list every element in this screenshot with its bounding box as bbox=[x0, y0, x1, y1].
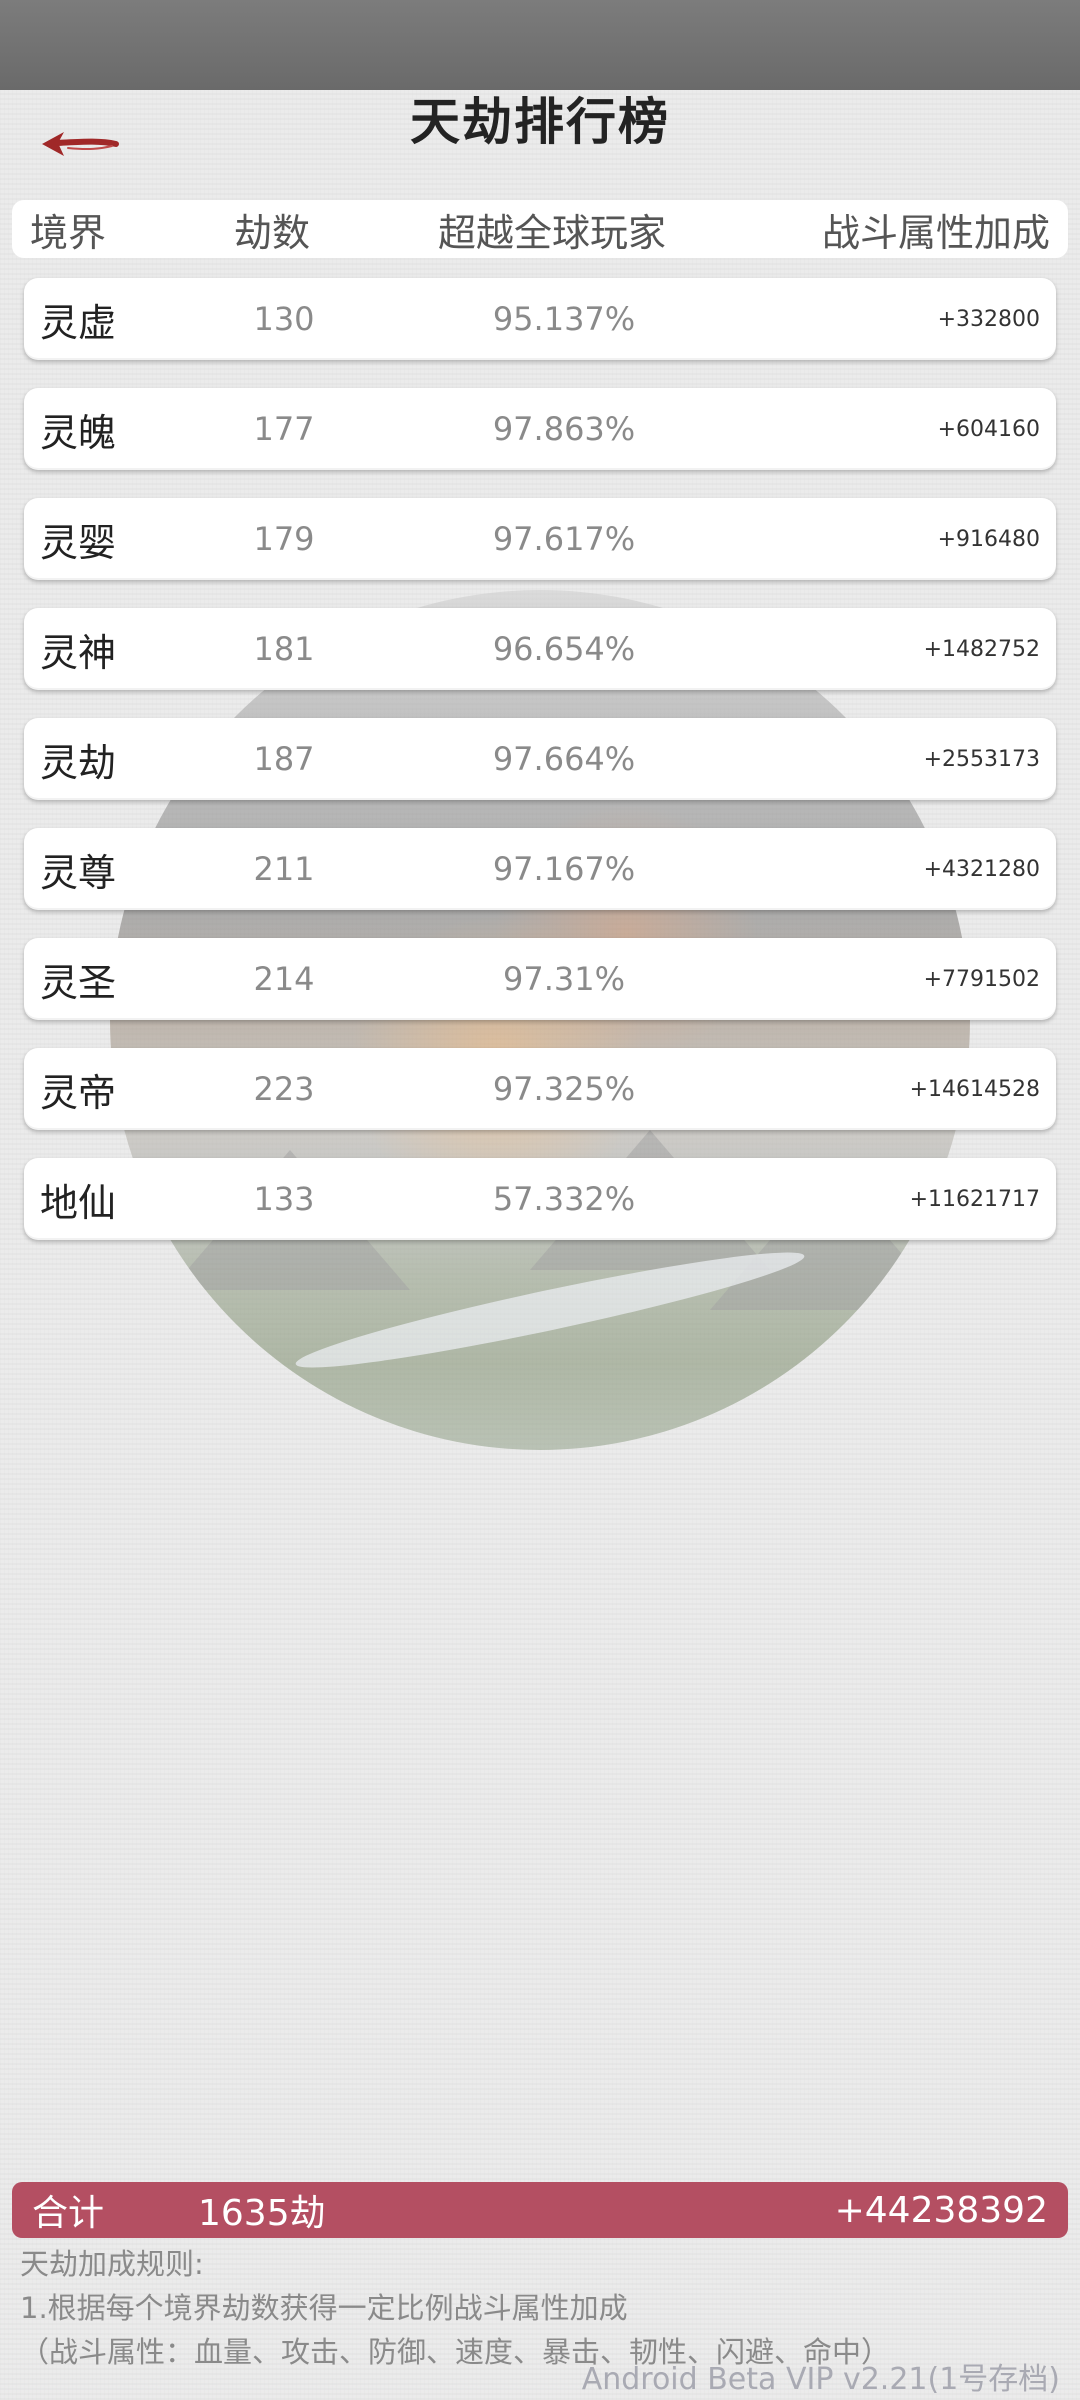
total-count: 1635劫 bbox=[198, 2193, 326, 2234]
total-summary-bar: 合计 1635劫 +44238392 bbox=[12, 2182, 1068, 2238]
row-bonus: +11621717 bbox=[909, 1186, 1040, 1212]
row-percent: 96.654% bbox=[492, 630, 636, 668]
row-realm: 灵圣 bbox=[40, 960, 117, 1005]
row-bonus: +4321280 bbox=[923, 856, 1040, 882]
row-count: 187 bbox=[253, 740, 315, 778]
row-bonus: +604160 bbox=[937, 416, 1040, 442]
header: 天劫排行榜 bbox=[0, 90, 1080, 200]
row-percent: 95.137% bbox=[492, 300, 636, 338]
page-title: 天劫排行榜 bbox=[410, 93, 670, 151]
rules-line-1: 1.根据每个境界劫数获得一定比例战斗属性加成 bbox=[20, 2291, 628, 2325]
row-count: 177 bbox=[253, 410, 315, 448]
row-count: 130 bbox=[253, 300, 315, 338]
row-bonus: +916480 bbox=[937, 526, 1040, 552]
table-row: 灵尊 211 97.167% +4321280 bbox=[24, 828, 1056, 910]
table-row: 灵魄 177 97.863% +604160 bbox=[24, 388, 1056, 470]
row-bonus: +14614528 bbox=[909, 1076, 1040, 1102]
row-realm: 灵婴 bbox=[40, 520, 117, 565]
row-percent: 97.617% bbox=[492, 520, 636, 558]
row-count: 223 bbox=[253, 1070, 315, 1108]
row-bonus: +7791502 bbox=[923, 966, 1040, 992]
column-header-realm: 境界 bbox=[30, 210, 107, 255]
row-realm: 灵虚 bbox=[40, 300, 117, 345]
table-row: 灵婴 179 97.617% +916480 bbox=[24, 498, 1056, 580]
version-label: Android Beta VIP v2.21(1号存档) bbox=[581, 2362, 1060, 2397]
row-count: 211 bbox=[253, 850, 315, 888]
row-count: 179 bbox=[253, 520, 315, 558]
rules-title: 天劫加成规则: bbox=[20, 2247, 204, 2281]
row-realm: 灵尊 bbox=[40, 850, 117, 895]
row-percent: 57.332% bbox=[492, 1180, 636, 1218]
table-header: 境界 劫数 超越全球玩家 战斗属性加成 bbox=[12, 200, 1068, 258]
row-count: 133 bbox=[253, 1180, 315, 1218]
back-arrow-icon[interactable] bbox=[38, 126, 120, 162]
row-realm: 地仙 bbox=[40, 1180, 117, 1225]
row-bonus: +2553173 bbox=[923, 746, 1040, 772]
table-row: 地仙 133 57.332% +11621717 bbox=[24, 1158, 1056, 1240]
table-row: 灵圣 214 97.31% +7791502 bbox=[24, 938, 1056, 1020]
row-bonus: +332800 bbox=[937, 306, 1040, 332]
row-percent: 97.31% bbox=[502, 960, 625, 998]
row-realm: 灵神 bbox=[40, 630, 117, 675]
table-row: 灵虚 130 95.137% +332800 bbox=[24, 278, 1056, 360]
row-percent: 97.664% bbox=[492, 740, 636, 778]
row-percent: 97.863% bbox=[492, 410, 636, 448]
row-percent: 97.325% bbox=[492, 1070, 636, 1108]
table-row: 灵神 181 96.654% +1482752 bbox=[24, 608, 1056, 690]
column-header-percent: 超越全球玩家 bbox=[437, 210, 666, 255]
table-row: 灵劫 187 97.664% +2553173 bbox=[24, 718, 1056, 800]
status-bar bbox=[0, 0, 1080, 90]
row-percent: 97.167% bbox=[492, 850, 636, 888]
table-row: 灵帝 223 97.325% +14614528 bbox=[24, 1048, 1056, 1130]
column-header-count: 劫数 bbox=[233, 210, 310, 255]
row-count: 181 bbox=[253, 630, 315, 668]
total-label: 合计 bbox=[32, 2193, 105, 2234]
total-bonus: +44238392 bbox=[834, 2189, 1048, 2231]
column-header-bonus: 战斗属性加成 bbox=[821, 210, 1050, 255]
row-realm: 灵帝 bbox=[40, 1070, 117, 1115]
row-realm: 灵劫 bbox=[40, 740, 117, 785]
row-bonus: +1482752 bbox=[923, 636, 1040, 662]
row-count: 214 bbox=[253, 960, 315, 998]
row-realm: 灵魄 bbox=[40, 410, 117, 455]
